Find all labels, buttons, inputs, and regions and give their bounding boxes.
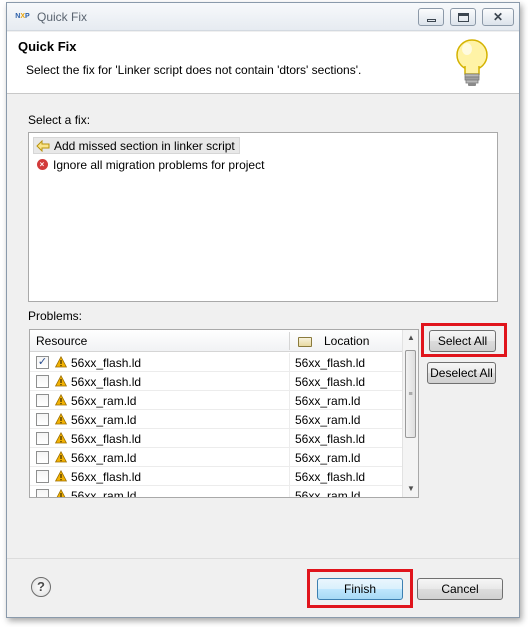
lightbulb-icon bbox=[456, 39, 488, 86]
row-resource: 56xx_flash.ld bbox=[71, 375, 142, 389]
column-header-resource[interactable]: Resource bbox=[36, 330, 87, 352]
row-checkbox[interactable] bbox=[36, 432, 49, 445]
fix-item-label: Add missed section in linker script bbox=[54, 138, 235, 153]
close-button[interactable]: ✕ bbox=[482, 8, 514, 26]
row-divider bbox=[289, 353, 290, 372]
row-checkbox[interactable] bbox=[36, 470, 49, 483]
row-divider bbox=[289, 429, 290, 448]
row-divider bbox=[289, 372, 290, 391]
row-checkbox[interactable] bbox=[36, 489, 49, 497]
warning-icon bbox=[55, 432, 67, 444]
row-checkbox[interactable]: ✓ bbox=[36, 356, 49, 369]
select-all-highlight bbox=[421, 323, 507, 357]
row-resource: 56xx_flash.ld bbox=[71, 356, 142, 370]
header-title: Quick Fix bbox=[18, 39, 77, 54]
row-checkbox[interactable] bbox=[36, 413, 49, 426]
table-row[interactable]: 56xx_ram.ld 56xx_ram.ld bbox=[30, 486, 403, 498]
row-checkbox[interactable] bbox=[36, 375, 49, 388]
help-icon[interactable]: ? bbox=[31, 577, 51, 597]
row-resource: 56xx_ram.ld bbox=[71, 451, 137, 465]
row-divider bbox=[289, 486, 290, 497]
warning-icon bbox=[55, 394, 67, 406]
row-resource: 56xx_ram.ld bbox=[71, 394, 137, 408]
warning-icon bbox=[55, 470, 67, 482]
dialog-header: Quick Fix Select the fix for 'Linker scr… bbox=[7, 32, 519, 94]
folder-icon bbox=[298, 336, 312, 347]
column-header-location-label: Location bbox=[324, 334, 370, 348]
fix-item-label: Ignore all migration problems for projec… bbox=[53, 157, 265, 172]
row-resource: 56xx_flash.ld bbox=[71, 470, 142, 484]
minimize-icon bbox=[426, 18, 436, 22]
fix-item-add-missed-section[interactable]: Add missed section in linker script bbox=[33, 137, 240, 154]
table-header: Resource Location bbox=[30, 330, 403, 352]
table-row[interactable]: 56xx_ram.ld 56xx_ram.ld bbox=[30, 391, 403, 410]
row-resource: 56xx_flash.ld bbox=[71, 432, 142, 446]
fix-list[interactable]: Add missed section in linker script × Ig… bbox=[28, 132, 498, 302]
row-location: 56xx_ram.ld bbox=[295, 413, 361, 427]
row-resource: 56xx_ram.ld bbox=[71, 413, 137, 427]
warning-icon bbox=[55, 356, 67, 368]
scroll-thumb[interactable]: ≡ bbox=[405, 350, 416, 438]
cancel-button[interactable]: Cancel bbox=[417, 578, 503, 600]
warning-icon bbox=[56, 489, 66, 497]
warning-icon bbox=[55, 413, 67, 425]
row-location: 56xx_flash.ld bbox=[295, 356, 366, 370]
scroll-down-icon[interactable]: ▼ bbox=[403, 481, 418, 497]
quick-fix-dialog: NXP Quick Fix ✕ Quick Fix Select the fix… bbox=[6, 2, 520, 618]
header-message: Select the fix for 'Linker script does n… bbox=[26, 63, 362, 77]
finish-highlight bbox=[307, 569, 413, 608]
problems-table[interactable]: Resource Location ✓ 56xx_flash.ld 56xx_fla… bbox=[29, 329, 419, 498]
column-divider[interactable] bbox=[289, 332, 290, 350]
select-fix-label: Select a fix: bbox=[28, 113, 91, 127]
row-location: 56xx_flash.ld bbox=[295, 375, 366, 389]
table-row[interactable]: ✓ 56xx_flash.ld 56xx_flash.ld bbox=[30, 353, 403, 372]
fix-item-ignore-migration[interactable]: × Ignore all migration problems for proj… bbox=[33, 156, 268, 173]
row-location: 56xx_ram.ld bbox=[295, 489, 361, 498]
error-icon: × bbox=[35, 159, 49, 171]
quickfix-arrow-icon bbox=[36, 139, 50, 152]
table-row[interactable]: 56xx_ram.ld 56xx_ram.ld bbox=[30, 410, 403, 429]
scroll-up-icon[interactable]: ▲ bbox=[403, 330, 418, 346]
table-row[interactable]: 56xx_flash.ld 56xx_flash.ld bbox=[30, 372, 403, 391]
footer-separator bbox=[7, 558, 519, 559]
close-icon: ✕ bbox=[492, 10, 504, 24]
problems-label: Problems: bbox=[28, 309, 83, 323]
window-title: Quick Fix bbox=[37, 10, 88, 24]
vertical-scrollbar[interactable]: ▲ ≡ ▼ bbox=[402, 330, 418, 497]
warning-icon bbox=[55, 375, 67, 387]
deselect-all-button[interactable]: Deselect All bbox=[427, 362, 496, 384]
table-row[interactable]: 56xx_flash.ld 56xx_flash.ld bbox=[30, 467, 403, 486]
row-location: 56xx_ram.ld bbox=[295, 394, 361, 408]
row-resource: 56xx_ram.ld bbox=[71, 489, 137, 498]
grip-icon: ≡ bbox=[408, 390, 413, 398]
nxp-logo-icon: NXP bbox=[15, 13, 30, 20]
minimize-button[interactable] bbox=[418, 8, 444, 26]
maximize-icon bbox=[457, 12, 469, 22]
row-divider bbox=[289, 391, 290, 410]
row-location: 56xx_flash.ld bbox=[295, 432, 366, 446]
column-header-location[interactable]: Location bbox=[298, 330, 369, 352]
maximize-button[interactable] bbox=[450, 8, 476, 26]
table-row[interactable]: 56xx_flash.ld 56xx_flash.ld bbox=[30, 429, 403, 448]
row-divider bbox=[289, 410, 290, 429]
title-bar[interactable]: NXP Quick Fix ✕ bbox=[7, 3, 519, 31]
row-checkbox[interactable] bbox=[36, 451, 49, 464]
row-location: 56xx_flash.ld bbox=[295, 470, 366, 484]
row-location: 56xx_ram.ld bbox=[295, 451, 361, 465]
warning-icon bbox=[55, 451, 67, 463]
row-checkbox[interactable] bbox=[36, 394, 49, 407]
row-divider bbox=[289, 448, 290, 467]
row-divider bbox=[289, 467, 290, 486]
table-row[interactable]: 56xx_ram.ld 56xx_ram.ld bbox=[30, 448, 403, 467]
